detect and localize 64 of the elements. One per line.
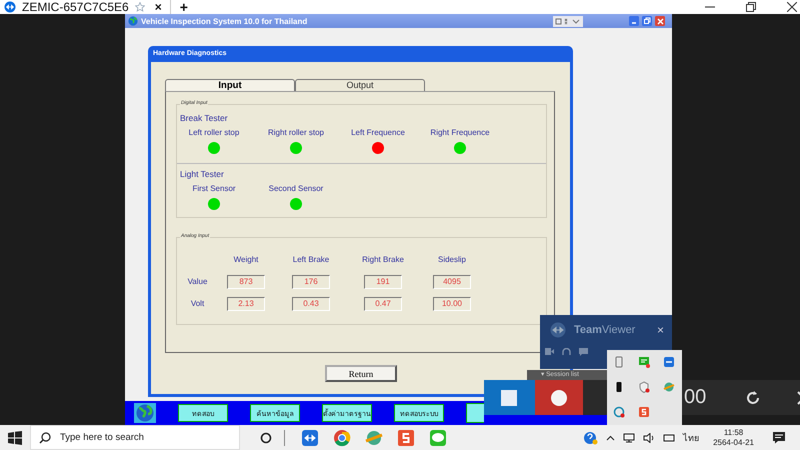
- window-title: Vehicle Inspection System 10.0 for Thailand: [141, 16, 308, 26]
- value-field: 2.13: [227, 296, 265, 310]
- sensor-label: Right Frequence: [430, 128, 490, 137]
- star-icon[interactable]: [134, 2, 145, 12]
- value-field: 4095: [433, 274, 471, 288]
- search-icon: [39, 432, 51, 444]
- windows-icon[interactable]: [8, 430, 22, 444]
- section-title: Light Tester: [180, 169, 225, 179]
- value-field: 0.47: [364, 296, 402, 310]
- clock[interactable]: 11:58 2564-04-21: [713, 428, 754, 448]
- language-indicator[interactable]: ไทย: [683, 430, 700, 444]
- stop-button[interactable]: [484, 380, 535, 415]
- restore-icon[interactable]: [746, 2, 756, 12]
- tab[interactable]: Output: [295, 79, 425, 91]
- brand-name: TeamViewer: [574, 324, 636, 336]
- network-globe-icon[interactable]: [365, 428, 383, 446]
- shield-icon[interactable]: [638, 381, 650, 393]
- cortana-icon[interactable]: [260, 432, 272, 444]
- display-icon[interactable]: [663, 432, 676, 442]
- return-button[interactable]: Return: [325, 365, 397, 382]
- volume-icon[interactable]: [643, 432, 656, 442]
- value-field: 176: [292, 274, 330, 288]
- chat-icon[interactable]: [638, 356, 650, 368]
- help-icon[interactable]: [584, 430, 598, 444]
- camera-icon[interactable]: [545, 348, 554, 355]
- row-label: Value: [186, 277, 208, 286]
- record-button[interactable]: [535, 380, 583, 415]
- tab-title: ZEMIC-657C7C5E6: [22, 0, 129, 14]
- sensor-label: First Sensor: [192, 184, 236, 193]
- search-field[interactable]: Type here to search: [30, 425, 240, 450]
- column-header: Left Brake: [292, 255, 330, 264]
- new-tab-button[interactable]: +: [180, 0, 188, 14]
- globe-icon: [128, 16, 138, 26]
- search-placeholder: Type here to search: [60, 432, 144, 443]
- globe-icon[interactable]: [134, 403, 156, 423]
- clock-time: 11:58: [724, 428, 744, 438]
- network-globe-icon[interactable]: [663, 381, 675, 393]
- counter-text: 00: [684, 386, 706, 409]
- section-title: Break Tester: [180, 113, 229, 123]
- value-field: 10.00: [433, 296, 471, 310]
- chevron-up-icon[interactable]: [606, 434, 616, 440]
- chat-app-icon[interactable]: [429, 428, 447, 446]
- sensor-label: Left Frequence: [351, 128, 405, 137]
- value-field: 873: [227, 274, 265, 288]
- column-header: Sideslip: [436, 255, 467, 264]
- value-field: 0.43: [292, 296, 330, 310]
- headset-icon[interactable]: [562, 348, 571, 356]
- chat-icon[interactable]: [579, 348, 588, 356]
- remote-toolbar-icon[interactable]: [553, 16, 583, 26]
- close-button[interactable]: ×: [656, 323, 664, 337]
- chrome-icon[interactable]: [333, 428, 351, 446]
- row-label: Volt: [190, 299, 206, 308]
- sensor-label: Right roller stop: [268, 128, 324, 137]
- menu-button[interactable]: [466, 403, 484, 423]
- clock-date: 2564-04-21: [713, 438, 754, 448]
- column-header: Weight: [232, 255, 260, 264]
- column-header: Right Brake: [361, 255, 405, 264]
- close-tab-button[interactable]: ×: [154, 0, 162, 14]
- sensor-label: Left roller stop: [188, 128, 240, 137]
- value-field: 191: [364, 274, 402, 288]
- notification-icon[interactable]: [772, 431, 786, 444]
- tab[interactable]: Input: [165, 79, 295, 91]
- sensor-label: Second Sensor: [268, 184, 324, 193]
- close-icon[interactable]: [787, 2, 797, 12]
